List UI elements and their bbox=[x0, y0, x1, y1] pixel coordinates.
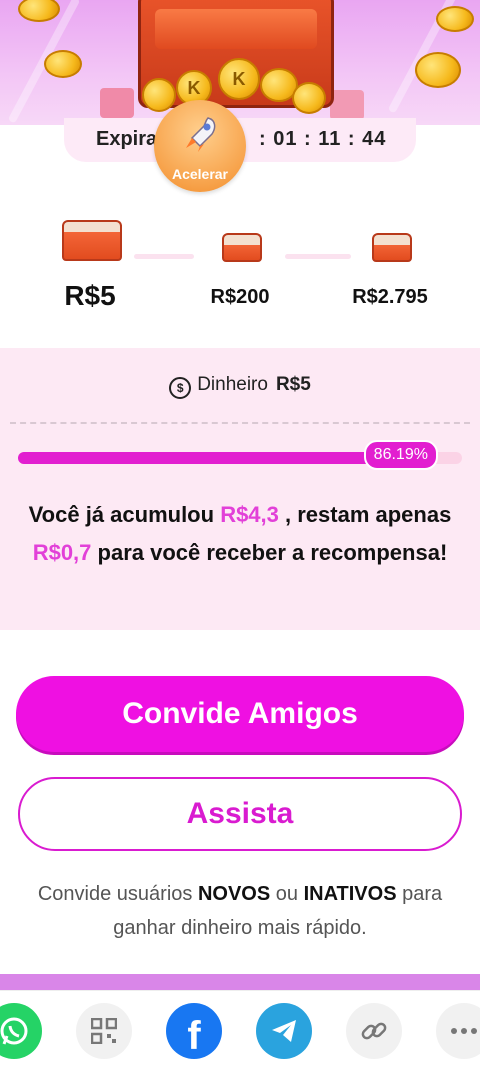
progress-percent-badge: 86.19% bbox=[363, 440, 438, 470]
progress-message: Você já acumulou R$4,3 , restam apenas R… bbox=[20, 496, 460, 572]
dollar-circle-icon: $ bbox=[169, 377, 192, 399]
hint-bold: INATIVOS bbox=[303, 883, 397, 905]
tier-3-chest-icon bbox=[372, 233, 412, 262]
rocket-icon bbox=[186, 117, 216, 152]
expiry-label: Expira bbox=[96, 128, 158, 150]
facebook-icon[interactable]: f bbox=[166, 1003, 222, 1059]
gift-box-decoration bbox=[100, 88, 134, 118]
gift-box-decoration bbox=[330, 90, 364, 120]
currency-row: $ Dinheiro R$5 bbox=[0, 374, 480, 399]
coin-decoration bbox=[142, 78, 176, 112]
message-text: Você já acumulou bbox=[28, 502, 221, 527]
expiry-timer: : 01 : 11 : 44 bbox=[259, 128, 387, 150]
watch-button[interactable]: Assista bbox=[18, 777, 462, 851]
tier-connector bbox=[134, 254, 194, 259]
dashed-divider bbox=[10, 422, 470, 424]
tier-2-amount[interactable]: R$200 bbox=[180, 286, 300, 309]
tier-3-amount[interactable]: R$2.795 bbox=[330, 286, 450, 309]
accelerate-label: Acelerar bbox=[171, 166, 229, 182]
coin-decoration bbox=[415, 52, 461, 88]
invite-friends-button[interactable]: Convide Amigos bbox=[16, 676, 464, 752]
qr-code-icon[interactable] bbox=[76, 1003, 132, 1059]
progress-bar: 86.19% bbox=[18, 440, 462, 470]
tier-1-chest-icon bbox=[62, 220, 122, 261]
share-bar: f bbox=[0, 990, 480, 1067]
currency-amount: R$5 bbox=[275, 374, 311, 395]
hero-banner: K K bbox=[0, 0, 480, 125]
message-text: para você receber a recompensa! bbox=[91, 540, 448, 565]
whatsapp-icon[interactable] bbox=[0, 1003, 42, 1059]
tier-1-amount[interactable]: R$5 bbox=[40, 280, 140, 312]
currency-label: Dinheiro bbox=[197, 374, 268, 395]
tier-connector bbox=[285, 254, 351, 259]
invite-hint: Convide usuários NOVOS ou INATIVOS para … bbox=[10, 877, 470, 945]
remaining-amount: R$0,7 bbox=[32, 540, 92, 565]
hint-bold: NOVOS bbox=[197, 883, 271, 905]
hint-text: ou bbox=[270, 883, 304, 905]
telegram-icon[interactable] bbox=[256, 1003, 312, 1059]
hint-text: Convide usuários bbox=[37, 883, 198, 905]
progress-fill bbox=[18, 452, 401, 464]
coin-decoration bbox=[436, 6, 474, 32]
link-icon[interactable] bbox=[346, 1003, 402, 1059]
more-icon[interactable] bbox=[436, 1003, 480, 1059]
coin-decoration: K bbox=[218, 58, 260, 100]
reward-progress-card: $ Dinheiro R$5 86.19% Você já acumulou R$4… bbox=[0, 348, 480, 630]
coin-decoration bbox=[18, 0, 60, 22]
accelerate-button[interactable]: Acelerar bbox=[154, 100, 246, 192]
coin-decoration bbox=[292, 82, 326, 114]
coin-decoration bbox=[44, 50, 82, 78]
tier-2-chest-icon bbox=[222, 233, 262, 262]
message-text: , restam apenas bbox=[278, 502, 452, 527]
accumulated-amount: R$4,3 bbox=[220, 502, 279, 527]
